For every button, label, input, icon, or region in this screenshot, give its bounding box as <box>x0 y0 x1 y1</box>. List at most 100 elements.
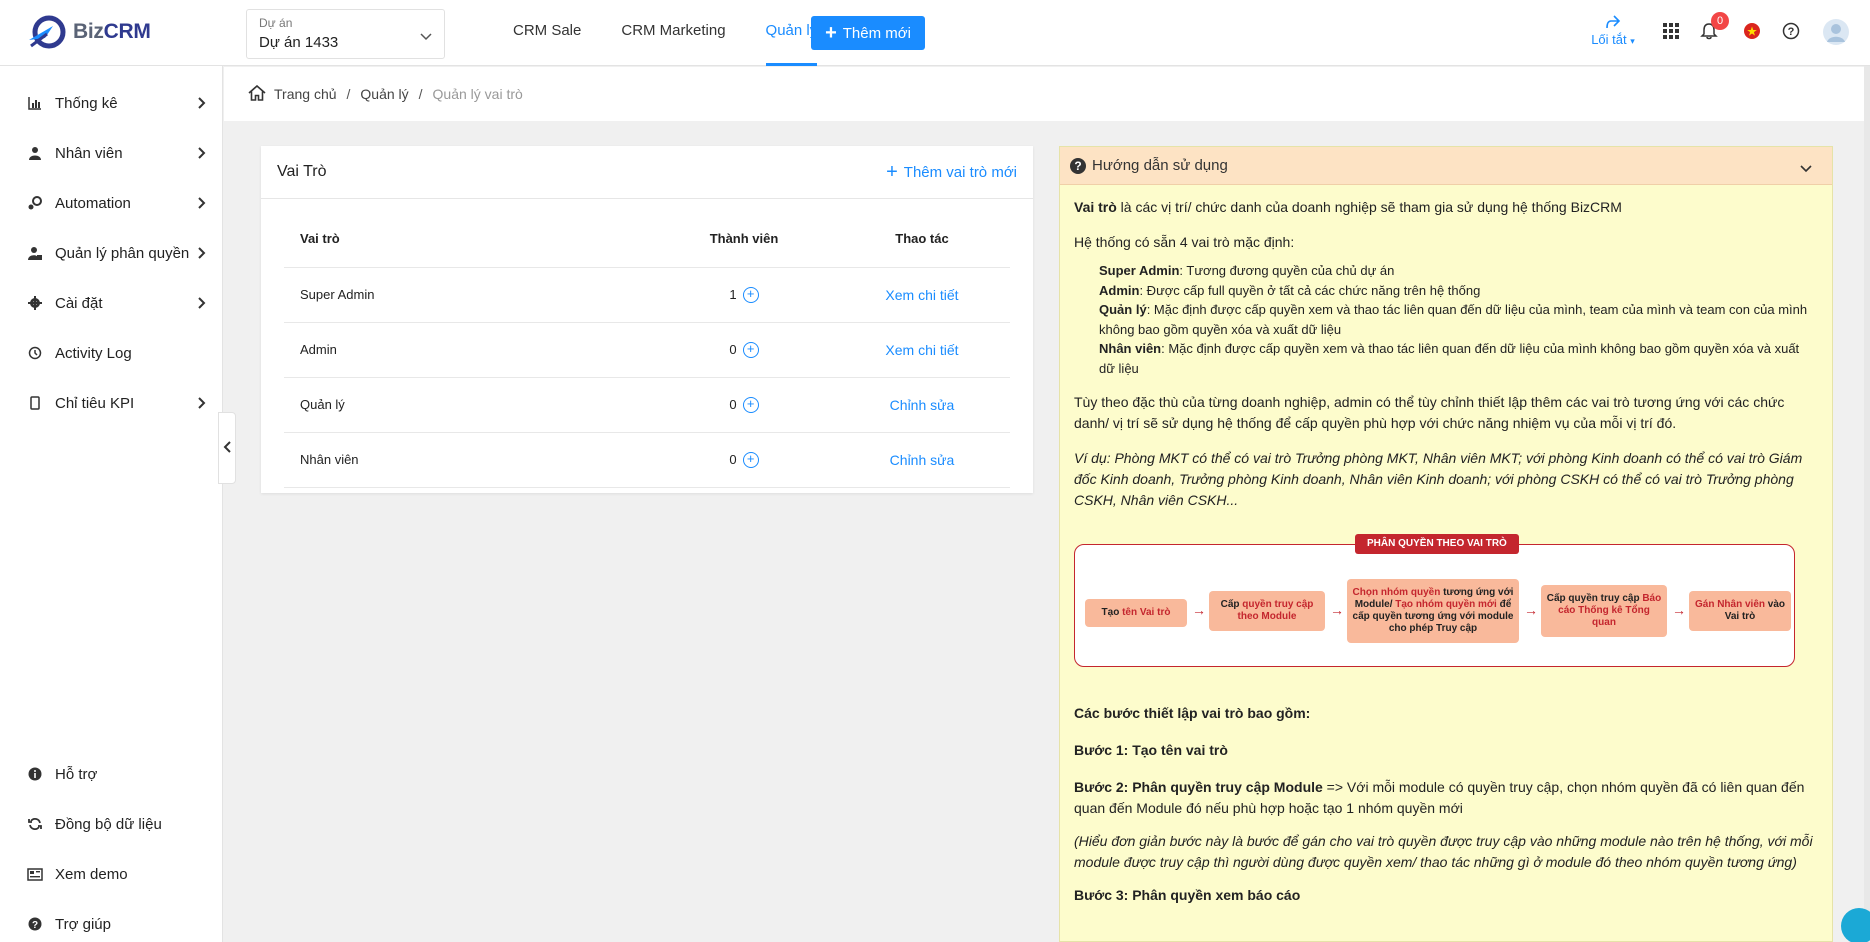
chevron-right-icon <box>198 246 206 263</box>
sidebar-item-label: Thống kê <box>55 94 118 112</box>
sidebar-item-label: Chỉ tiêu KPI <box>55 394 135 412</box>
member-count: 0 <box>729 452 737 467</box>
sidebar-item-label: Trợ giúp <box>55 915 111 933</box>
role-action-link[interactable]: Xem chi tiết <box>834 267 1010 323</box>
top-header: BizCRM Dự án Dự án 1433 CRM Sale CRM Mar… <box>0 0 1870 66</box>
role-action-link[interactable]: Chỉnh sửa <box>834 432 1010 488</box>
guide-defaults-intro: Hệ thống có sẵn 4 vai trò mặc định: <box>1074 234 1295 250</box>
tab-quan-ly[interactable]: Quản lý <box>765 0 817 66</box>
info-icon <box>27 766 43 782</box>
add-member-icon[interactable]: + <box>742 341 759 358</box>
chevron-left-icon <box>223 440 231 456</box>
guide-intro: Vai trò là các vị trí/ chức danh của doa… <box>1074 199 1622 215</box>
sidebar-item-quan-ly-phan-quyen[interactable]: Quản lý phân quyền <box>0 233 222 273</box>
sidebar-item-xem-demo[interactable]: Xem demo <box>0 854 222 894</box>
chat-support-icon[interactable] <box>1841 908 1870 942</box>
question-icon: ? <box>27 916 43 932</box>
usage-guide-panel: ? Hướng dẫn sử dụng Vai trò là các vị tr… <box>1059 146 1833 942</box>
breadcrumb-current: Quản lý vai trò <box>432 86 523 102</box>
sidebar-item-chi-tieu-kpi[interactable]: Chỉ tiêu KPI <box>0 383 222 423</box>
gears-icon <box>27 195 43 211</box>
role-action-link[interactable]: Xem chi tiết <box>834 322 1010 378</box>
guide-custom-text: Tùy theo đặc thù của từng doanh nghiệp, … <box>1074 394 1785 431</box>
sidebar-collapse-button[interactable] <box>218 412 236 484</box>
share-icon <box>1583 14 1643 32</box>
home-icon[interactable] <box>248 84 266 104</box>
tab-crm-sale[interactable]: CRM Sale <box>513 0 581 66</box>
mobile-icon <box>27 395 43 411</box>
chevron-down-icon[interactable] <box>1800 160 1812 177</box>
logo-text-crm: CRM <box>103 20 151 43</box>
user-icon <box>27 145 43 161</box>
flow-step-3: Chọn nhóm quyền tương ứng với Module/ Tạ… <box>1347 579 1519 643</box>
chevron-down-icon <box>420 28 432 44</box>
step-2: Bước 2: Phân quyền truy cập Module => Vớ… <box>1074 779 1805 816</box>
sidebar-item-tro-giup[interactable]: ? Trợ giúp <box>0 904 222 942</box>
flow-step-2: Cấp quyền truy cập theo Module <box>1209 591 1325 631</box>
sidebar-item-dong-bo-du-lieu[interactable]: Đồng bộ dữ liệu <box>0 804 222 844</box>
arrow-right-icon: → <box>1192 602 1206 618</box>
chevron-right-icon <box>198 196 206 213</box>
vietnam-flag-icon[interactable] <box>1743 22 1765 44</box>
notification-badge: 0 <box>1711 12 1729 30</box>
table-row: Super Admin 1 + Xem chi tiết <box>284 267 1010 323</box>
flow-step-5: Gán Nhân viên vào Vai trò <box>1689 591 1791 631</box>
list-item: Super Admin: Tương đương quyền của chủ d… <box>1099 263 1395 278</box>
column-header-actions: Thao tác <box>834 211 1010 268</box>
breadcrumb: Trang chủ / Quản lý / Quản lý vai trò <box>224 67 1864 121</box>
svg-text:?: ? <box>1788 26 1795 38</box>
sidebar-item-nhan-vien[interactable]: Nhân viên <box>0 133 222 173</box>
sidebar-item-label: Quản lý phân quyền <box>55 244 190 262</box>
breadcrumb-parent[interactable]: Quản lý <box>360 86 408 102</box>
sidebar-item-cai-dat[interactable]: Cài đặt <box>0 283 222 323</box>
add-member-icon[interactable]: + <box>742 451 759 468</box>
app-logo[interactable]: BizCRM <box>27 14 151 50</box>
newspaper-icon <box>27 866 43 882</box>
chevron-right-icon <box>198 96 206 113</box>
sidebar-item-label: Activity Log <box>55 344 132 362</box>
sidebar-item-thong-ke[interactable]: Thống kê <box>0 83 222 123</box>
project-label: Dự án <box>259 16 293 30</box>
list-item: Quản lý: Mặc định được cấp quyền xem và … <box>1099 302 1808 337</box>
sidebar-item-automation[interactable]: Automation <box>0 183 222 223</box>
sidebar-item-ho-tro[interactable]: Hỗ trợ <box>0 754 222 794</box>
roles-card: Vai Trò + Thêm vai trò mới Vai trò Thành… <box>261 146 1033 493</box>
arrow-right-icon: → <box>1330 602 1344 618</box>
sidebar: Thống kê Nhân viên Automation Quản lý ph… <box>0 66 223 942</box>
table-row: Nhân viên 0 + Chỉnh sửa <box>284 432 1010 488</box>
breadcrumb-home[interactable]: Trang chủ <box>274 86 337 102</box>
sync-icon <box>27 816 43 832</box>
role-name: Admin <box>284 322 654 378</box>
guide-example: Ví dụ: Phòng MKT có thể có vai trò Trưởn… <box>1074 450 1803 508</box>
project-selector[interactable]: Dự án Dự án 1433 <box>246 9 445 59</box>
chevron-right-icon <box>198 396 206 413</box>
breadcrumb-separator: / <box>346 86 351 102</box>
add-member-icon[interactable]: + <box>742 396 759 413</box>
role-action-link[interactable]: Chỉnh sửa <box>834 377 1010 433</box>
avatar[interactable] <box>1822 18 1850 46</box>
role-permission-flow-diagram: PHÂN QUYỀN THEO VAI TRÒ Tạo tên Vai trò … <box>1074 534 1795 667</box>
table-row: Quản lý 0 + Chỉnh sửa <box>284 377 1010 433</box>
question-circle-icon: ? <box>1070 157 1086 174</box>
history-icon <box>27 345 43 361</box>
chevron-down-icon: ▾ <box>1630 36 1635 46</box>
roles-table: Vai trò Thành viên Thao tác Super Admin … <box>284 211 1010 488</box>
column-header-members: Thành viên <box>654 211 834 268</box>
add-member-icon[interactable]: + <box>742 286 759 303</box>
tab-crm-marketing[interactable]: CRM Marketing <box>621 0 725 66</box>
sidebar-item-activity-log[interactable]: Activity Log <box>0 333 222 373</box>
add-new-label: Thêm mới <box>842 24 911 42</box>
apps-grid-icon[interactable] <box>1662 22 1684 44</box>
add-role-button[interactable]: + Thêm vai trò mới <box>886 162 1017 182</box>
list-item: Nhân viên: Mặc định được cấp quyền xem v… <box>1099 341 1800 376</box>
page-scrollbar[interactable] <box>1864 66 1870 942</box>
bar-chart-icon <box>27 95 43 111</box>
shortcut-menu[interactable]: Lối tắt ▾ <box>1583 14 1643 47</box>
bizcrm-logo-icon <box>27 14 67 50</box>
steps-title: Các bước thiết lập vai trò bao gồm: <box>1074 705 1311 721</box>
guide-header[interactable]: ? Hướng dẫn sử dụng <box>1060 147 1832 185</box>
arrow-right-icon: → <box>1672 602 1686 618</box>
role-name: Nhân viên <box>284 432 654 488</box>
help-circle-icon[interactable]: ? <box>1782 22 1804 44</box>
add-new-button[interactable]: + Thêm mới <box>811 16 925 50</box>
